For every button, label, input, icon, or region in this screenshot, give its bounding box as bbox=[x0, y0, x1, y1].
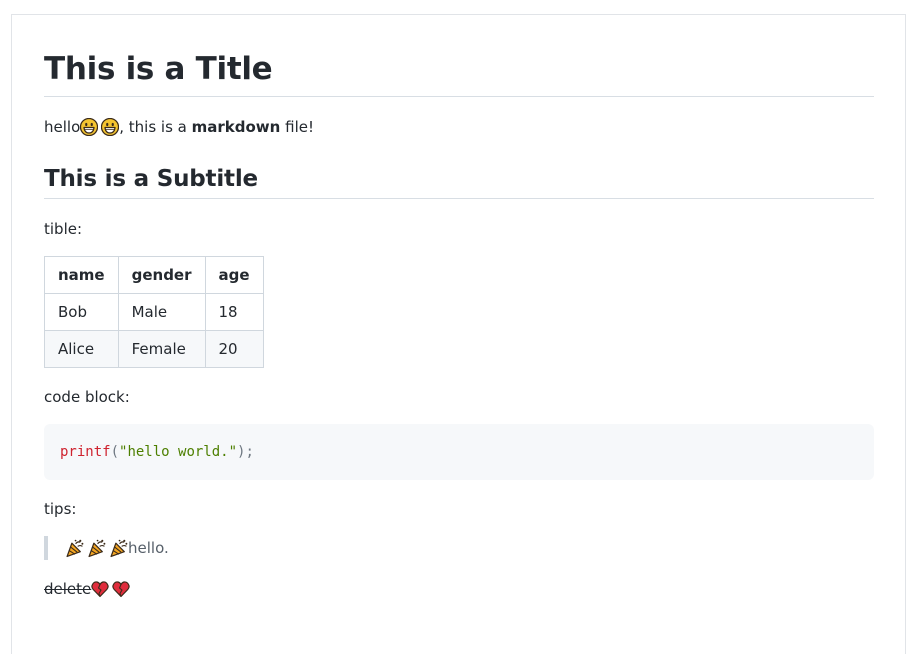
blockquote-text: hello. bbox=[128, 539, 169, 557]
table-cell: 18 bbox=[204, 293, 264, 331]
intro-hello-text: hello bbox=[44, 118, 81, 136]
table-cell: Male bbox=[117, 293, 206, 331]
intro-bold-text: markdown bbox=[191, 118, 281, 136]
broken-heart-icon bbox=[91, 580, 109, 598]
code-block: printf("hello world."); bbox=[44, 424, 874, 480]
grinning-face-icon bbox=[80, 118, 98, 136]
blockquote: hello. bbox=[44, 536, 169, 560]
grinning-face-icon bbox=[101, 118, 119, 136]
table-header-name: name bbox=[44, 256, 119, 294]
code-open-paren: ( bbox=[110, 444, 120, 460]
code-string-token: "hello world." bbox=[119, 444, 238, 460]
code-close-paren: ); bbox=[237, 444, 254, 460]
intro-middle-text: , this is a bbox=[119, 118, 192, 136]
table-cell: 20 bbox=[204, 330, 264, 368]
page-subtitle: This is a Subtitle bbox=[44, 163, 874, 199]
page-title: This is a Title bbox=[44, 49, 874, 97]
table-header-age: age bbox=[204, 256, 264, 294]
table-caption: tible: bbox=[44, 220, 83, 238]
code-function-token: printf bbox=[60, 444, 111, 460]
intro-end-text: file! bbox=[280, 118, 314, 136]
table-cell: Alice bbox=[44, 330, 119, 368]
table-row: Alice Female 20 bbox=[44, 330, 264, 368]
party-popper-icon bbox=[87, 539, 106, 558]
table-header-row: name gender age bbox=[44, 256, 264, 294]
table-cell: Female bbox=[117, 330, 206, 368]
code-caption: code block: bbox=[44, 388, 130, 406]
strikethrough-label: delete bbox=[44, 580, 92, 598]
strikethrough-text: delete bbox=[44, 577, 130, 601]
broken-heart-icon bbox=[112, 580, 130, 598]
markdown-page: This is a Title hello , this is a markdow… bbox=[11, 14, 906, 654]
tips-caption: tips: bbox=[44, 500, 77, 518]
party-popper-icon bbox=[65, 539, 84, 558]
intro-paragraph: hello , this is a markdown file! bbox=[44, 116, 314, 138]
table-cell: Bob bbox=[44, 293, 119, 331]
party-popper-icon bbox=[109, 539, 128, 558]
table-row: Bob Male 18 bbox=[44, 293, 264, 331]
table-header-gender: gender bbox=[117, 256, 206, 294]
people-table: name gender age Bob Male 18 Alice Female… bbox=[44, 256, 264, 368]
